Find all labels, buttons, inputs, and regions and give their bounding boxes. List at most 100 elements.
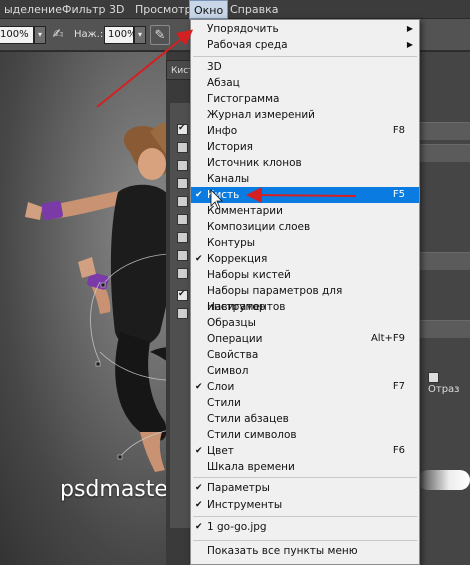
menu-window[interactable]: Окно: [189, 0, 229, 19]
menu-item[interactable]: ✔ Цвет F6: [191, 443, 419, 459]
menu-item[interactable]: Образцы: [191, 315, 419, 331]
menu-item[interactable]: Абзац: [191, 75, 419, 91]
menu-item-label: 3D: [207, 61, 222, 73]
menu-item-shortcut: F5: [392, 189, 405, 200]
menu-item-label: Стили: [207, 397, 241, 409]
reflect-checkbox[interactable]: [428, 372, 439, 383]
panel-row[interactable]: [418, 144, 470, 162]
brush-option-checkbox[interactable]: [177, 232, 188, 243]
brush-option-checkbox[interactable]: [177, 160, 188, 171]
brush-option-checkbox[interactable]: [177, 268, 188, 279]
menu-item[interactable]: Наборы параметров для инструментов: [191, 283, 419, 313]
brush-option-checkbox[interactable]: [177, 214, 188, 225]
menu-item-label: Навигатор: [207, 301, 266, 313]
menu-item[interactable]: Стили символов: [191, 427, 419, 443]
menu-item-document[interactable]: ✔ 1 go-go.jpg: [191, 519, 419, 535]
menu-separator: [193, 477, 417, 478]
menu-item[interactable]: Источник клонов: [191, 155, 419, 171]
menu-item[interactable]: Навигатор: [191, 299, 419, 315]
menu-separator: [193, 516, 417, 517]
menu-item[interactable]: ✔ Параметры: [191, 480, 419, 496]
menu-item[interactable]: Шкала времени: [191, 459, 419, 475]
brush-option-checkbox[interactable]: [177, 196, 188, 207]
menu-item-label: Цвет: [207, 445, 234, 457]
menu-item[interactable]: Композиции слоев: [191, 219, 419, 235]
menu-select[interactable]: ыделение: [0, 0, 66, 19]
submenu-arrow-icon: ▶: [406, 24, 413, 33]
menu-item-label: Коррекция: [207, 253, 268, 265]
menu-item-label: Наборы кистей: [207, 269, 291, 281]
pressure-label: Наж.:: [74, 29, 104, 40]
menu-item-label: Гистограмма: [207, 93, 280, 105]
menu-item-arrange[interactable]: Упорядочить ▶: [191, 21, 419, 37]
menu-item[interactable]: Каналы: [191, 171, 419, 187]
menu-item-label: Операции: [207, 333, 263, 345]
menu-item-shortcut: F7: [392, 381, 405, 392]
menu-item[interactable]: Операции Alt+F9: [191, 331, 419, 347]
menu-item-label: Источник клонов: [207, 157, 302, 169]
reflect-option[interactable]: Отраз: [428, 372, 470, 395]
opacity-field[interactable]: 100%: [0, 26, 34, 44]
menu-item-label: Свойства: [207, 349, 259, 361]
pressure-dropdown-icon[interactable]: ▾: [134, 26, 146, 44]
checkmark-icon: ✔: [195, 382, 203, 392]
menu-filter[interactable]: Фильтр: [58, 0, 110, 19]
menu-item[interactable]: Наборы кистей: [191, 267, 419, 283]
pressure-field[interactable]: 100%: [104, 26, 137, 44]
brush-pressure-icon[interactable]: ✍: [48, 25, 68, 45]
menu-item[interactable]: Инфо F8: [191, 123, 419, 139]
menu-item[interactable]: ✔ Кисть F5: [191, 187, 419, 203]
menu-item[interactable]: ✔ Инструменты: [191, 497, 419, 513]
menu-item[interactable]: Журнал измерений: [191, 107, 419, 123]
menu-view[interactable]: Просмотр: [131, 0, 195, 19]
brush-option-checkbox[interactable]: [177, 308, 188, 319]
menu-item[interactable]: Стили: [191, 395, 419, 411]
airbrush-icon[interactable]: ✎: [150, 25, 170, 45]
menu-item-show-all[interactable]: Показать все пункты меню: [191, 543, 419, 559]
menu-item[interactable]: 3D: [191, 59, 419, 75]
menu-item-label: Образцы: [207, 317, 256, 329]
menu-item-label: Шкала времени: [207, 461, 295, 473]
checkmark-icon: ✔: [195, 483, 203, 493]
menu-item-label: Абзац: [207, 77, 240, 89]
menu-item-label: Стили символов: [207, 429, 297, 441]
menu-item-label: Стили абзацев: [207, 413, 289, 425]
menu-item[interactable]: ✔ Слои F7: [191, 379, 419, 395]
menu-item-workspace[interactable]: Рабочая среда ▶: [191, 37, 419, 53]
checkmark-icon: ✔: [195, 190, 203, 200]
menu-item[interactable]: Символ: [191, 363, 419, 379]
panel-row[interactable]: [418, 252, 470, 270]
menu-separator: [193, 56, 417, 57]
menu-item-label: Параметры: [207, 482, 270, 494]
menu-item-label: Инструменты: [207, 498, 283, 511]
brush-option-checkbox[interactable]: [177, 142, 188, 153]
checkmark-icon: ✔: [195, 254, 203, 264]
reflect-label: Отраз: [428, 383, 460, 395]
menu-item-label: Каналы: [207, 173, 250, 185]
brush-option-checkbox[interactable]: [177, 178, 188, 189]
menu-item-label: Символ: [207, 365, 249, 377]
menu-item[interactable]: Стили абзацев: [191, 411, 419, 427]
panel-row[interactable]: [418, 320, 470, 338]
menu-item[interactable]: Контуры: [191, 235, 419, 251]
menu-item-shortcut: Alt+F9: [370, 333, 405, 344]
menu-item[interactable]: Гистограмма: [191, 91, 419, 107]
window-menu-dropdown: Упорядочить ▶ Рабочая среда ▶ 3D Абзац Гис…: [190, 19, 420, 565]
menu-item-label: Слои: [207, 381, 235, 393]
menu-item[interactable]: Комментарии: [191, 203, 419, 219]
brush-option-checkbox[interactable]: [177, 250, 188, 261]
brush-option-checkbox[interactable]: [177, 123, 188, 135]
menu-3d[interactable]: 3D: [105, 0, 128, 19]
brush-option-checkbox[interactable]: [177, 289, 188, 301]
checkmark-icon: ✔: [195, 499, 203, 510]
menu-item[interactable]: Свойства: [191, 347, 419, 363]
menu-item[interactable]: История: [191, 139, 419, 155]
menu-item-label: История: [207, 141, 253, 153]
opacity-dropdown-icon[interactable]: ▾: [34, 26, 46, 44]
submenu-arrow-icon: ▶: [406, 40, 413, 49]
menu-help[interactable]: Справка: [226, 0, 282, 19]
menu-bar: ыделение Фильтр 3D Просмотр Окно Справка: [0, 0, 470, 19]
panel-row[interactable]: [418, 122, 470, 140]
checkmark-icon: ✔: [195, 522, 203, 532]
menu-item[interactable]: ✔ Коррекция: [191, 251, 419, 267]
